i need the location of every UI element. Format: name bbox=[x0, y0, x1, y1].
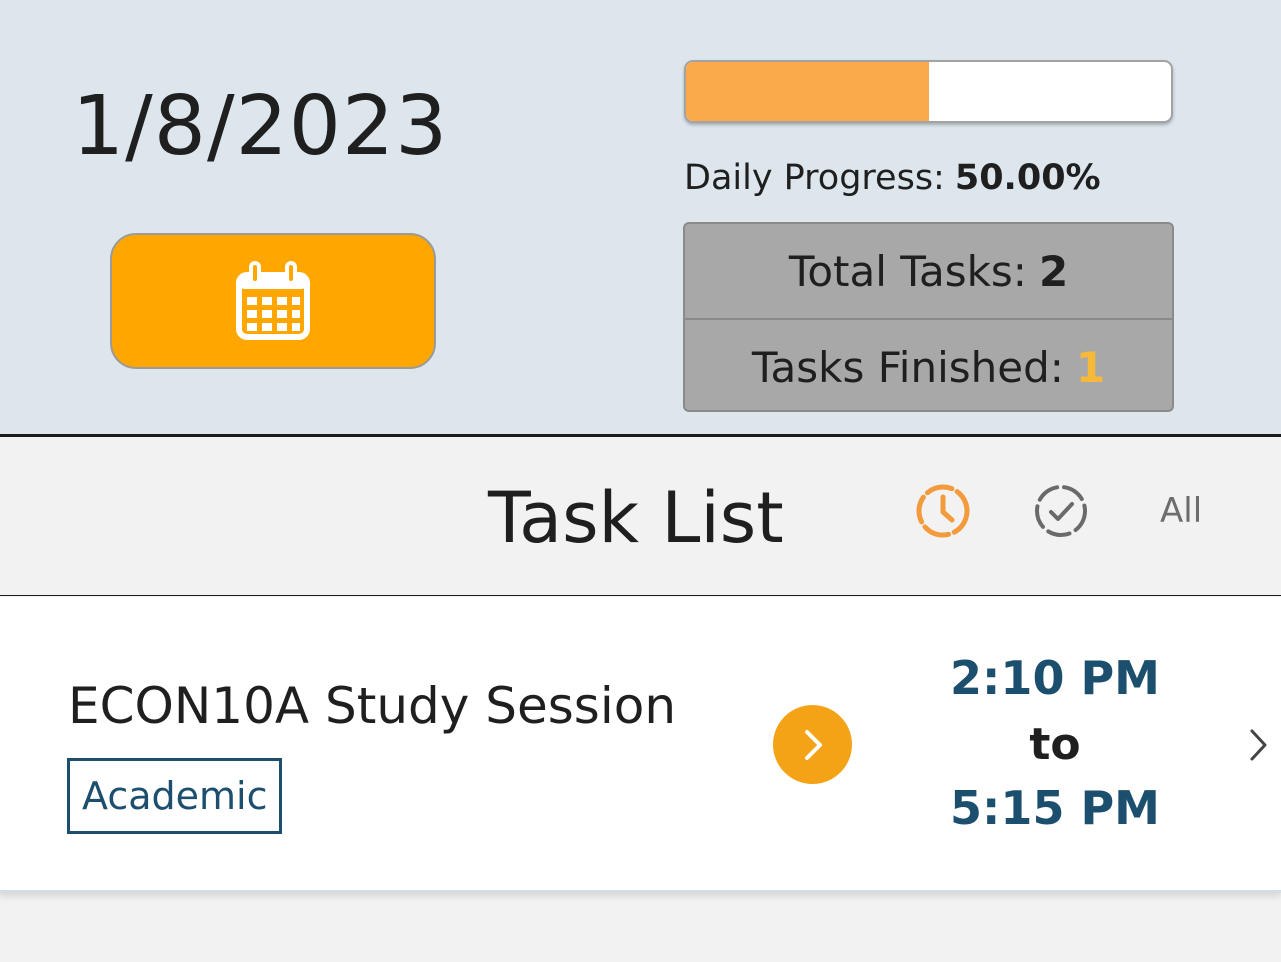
chevron-right-icon[interactable] bbox=[1248, 725, 1270, 765]
task-start-time: 2:10 PM bbox=[950, 651, 1160, 705]
calendar-icon bbox=[236, 261, 310, 340]
daily-progress-label: Daily Progress: bbox=[684, 158, 945, 198]
task-list-title: Task List bbox=[488, 477, 784, 559]
filter-all-button[interactable]: All bbox=[1160, 491, 1202, 531]
chevron-right-icon bbox=[804, 729, 822, 760]
daily-progress-fill bbox=[686, 62, 929, 121]
task-time-separator: to bbox=[1029, 719, 1081, 770]
task-title: ECON10A Study Session bbox=[68, 677, 677, 735]
clock-icon[interactable] bbox=[914, 482, 972, 540]
task-time-range: 2:10 PM to 5:15 PM bbox=[940, 655, 1170, 831]
total-tasks-row: Total Tasks: 2 bbox=[685, 224, 1172, 318]
daily-progress-value: 50.00% bbox=[954, 158, 1101, 198]
task-stats: Total Tasks: 2 Tasks Finished: 1 bbox=[683, 222, 1174, 412]
current-date: 1/8/2023 bbox=[72, 79, 449, 174]
start-task-button[interactable] bbox=[773, 705, 852, 784]
daily-progress-bar bbox=[684, 60, 1173, 123]
calendar-button[interactable] bbox=[110, 233, 436, 369]
tasks-finished-label: Tasks Finished: bbox=[751, 342, 1064, 392]
task-card[interactable]: ECON10A Study Session Academic 2:10 PM t… bbox=[0, 597, 1281, 893]
task-end-time: 5:15 PM bbox=[950, 781, 1160, 835]
check-circle-icon[interactable] bbox=[1032, 482, 1090, 540]
tasks-finished-value: 1 bbox=[1075, 342, 1106, 392]
summary-header: 1/8/2023 Daily Progress: 50.00% Total Tas… bbox=[0, 0, 1281, 437]
total-tasks-value: 2 bbox=[1038, 246, 1069, 296]
daily-progress-text: Daily Progress: 50.00% bbox=[684, 158, 1101, 198]
task-list-header: Task List All bbox=[0, 437, 1281, 596]
task-category-tag: Academic bbox=[67, 758, 283, 834]
tasks-finished-row: Tasks Finished: 1 bbox=[685, 318, 1172, 410]
total-tasks-label: Total Tasks: bbox=[788, 246, 1027, 296]
